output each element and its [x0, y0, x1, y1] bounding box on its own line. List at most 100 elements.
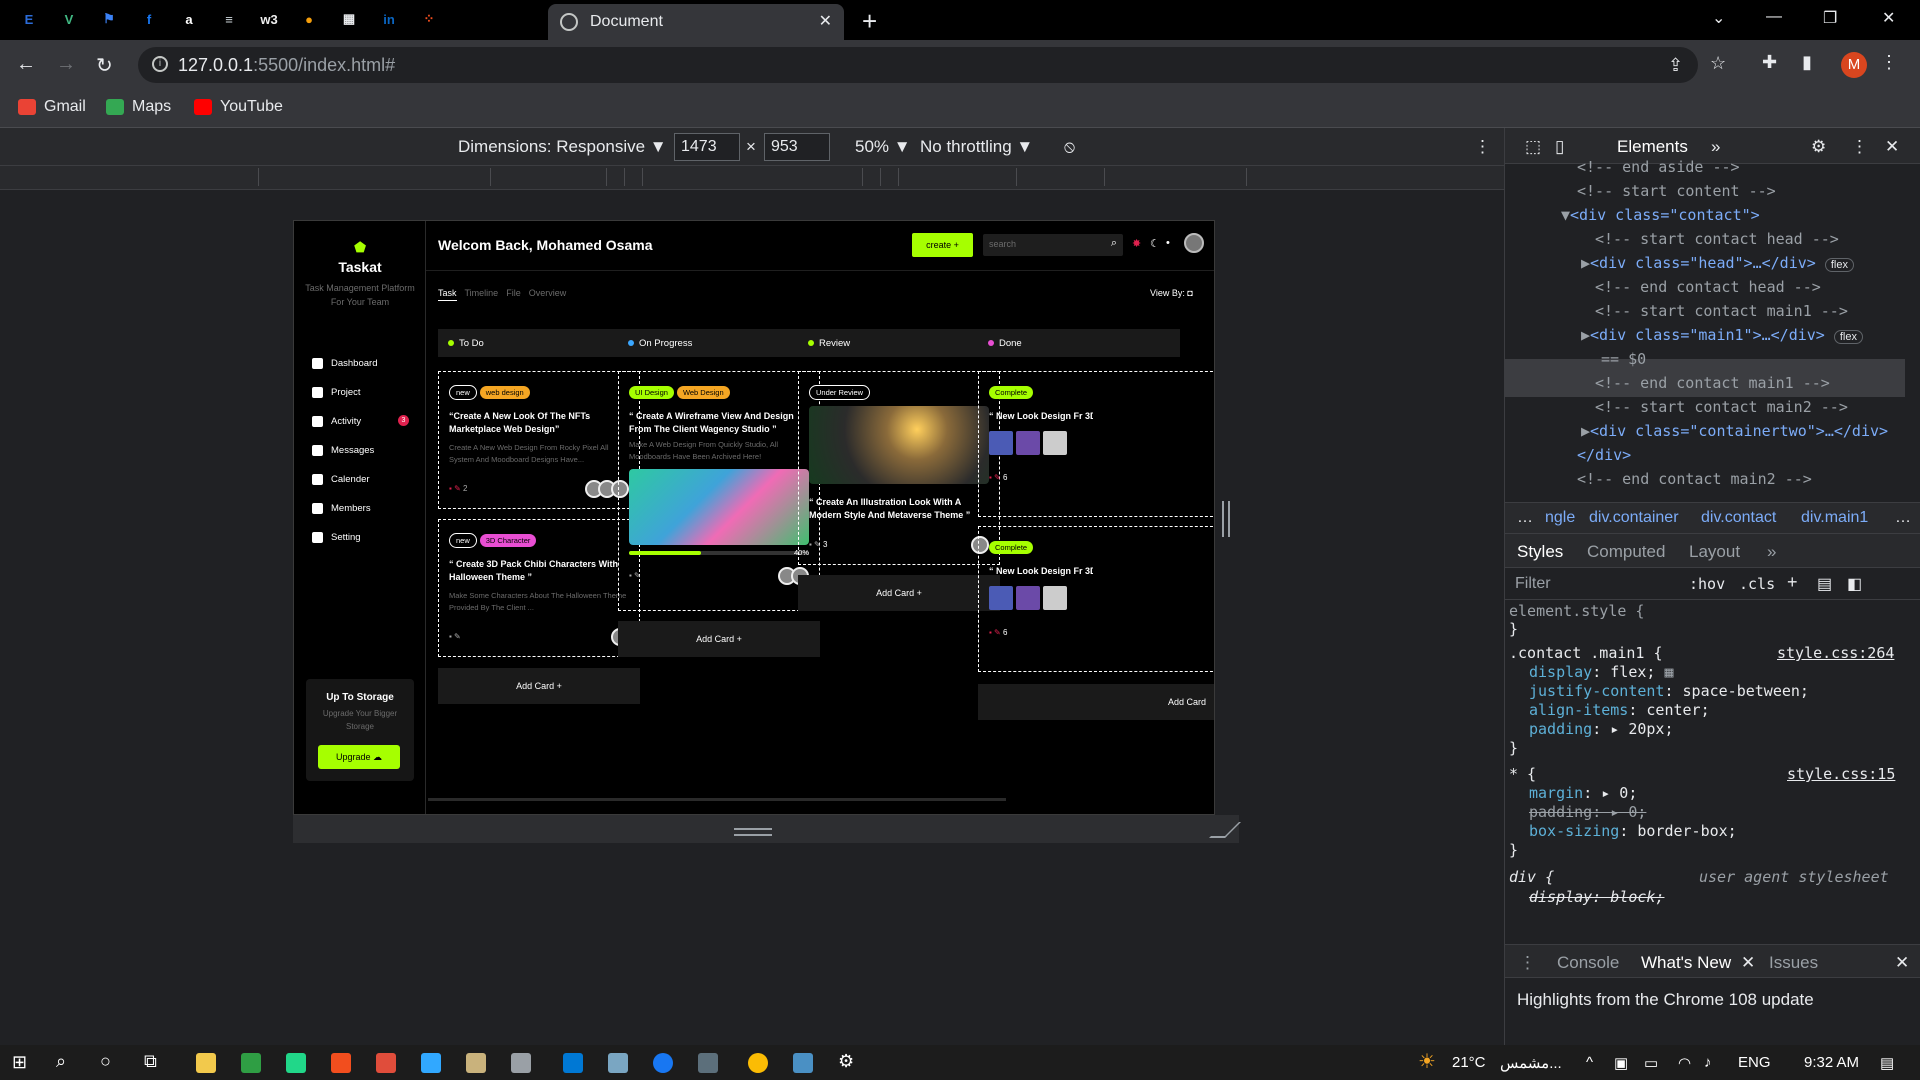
- facebook-icon[interactable]: f: [138, 8, 160, 30]
- app-icon[interactable]: [608, 1053, 628, 1073]
- filter-input[interactable]: Filter: [1515, 575, 1551, 593]
- close-whats-new-icon[interactable]: ✕: [1741, 953, 1755, 973]
- extensions-icon[interactable]: ✚: [1762, 52, 1777, 73]
- resize-side-handle[interactable]: [1222, 501, 1230, 537]
- nav-members[interactable]: Members: [312, 503, 371, 514]
- tab-file[interactable]: File: [506, 288, 521, 301]
- nav-setting[interactable]: Setting: [312, 532, 361, 543]
- style-prop-overridden[interactable]: padding: ▸ 0;: [1529, 803, 1646, 821]
- style-prop[interactable]: display: flex; ▦: [1529, 663, 1674, 681]
- style-prop[interactable]: justify-content: space-between;: [1529, 682, 1809, 700]
- rotate-icon[interactable]: ⦸: [1064, 137, 1075, 157]
- side-panel-icon[interactable]: ▮: [1802, 52, 1812, 73]
- device-toggle-icon[interactable]: ▯: [1555, 137, 1564, 157]
- photos-icon[interactable]: [793, 1053, 813, 1073]
- tab-layout[interactable]: Layout: [1689, 542, 1740, 562]
- bookmark-star-icon[interactable]: ☆: [1710, 53, 1726, 74]
- pycharm-icon[interactable]: [286, 1053, 306, 1073]
- dom-line[interactable]: ▶<div class="containertwo">…</div>: [1581, 422, 1888, 440]
- new-rule-icon[interactable]: +: [1787, 572, 1798, 593]
- devtools-close-icon[interactable]: ✕: [1885, 137, 1899, 157]
- site-info-icon[interactable]: i: [152, 56, 168, 72]
- flag-icon[interactable]: ⚑: [98, 8, 120, 30]
- search-icon[interactable]: ⌕: [1111, 237, 1117, 250]
- minimize-button[interactable]: —: [1766, 8, 1782, 26]
- cortana-icon[interactable]: ○: [100, 1051, 111, 1072]
- task-card[interactable]: new 3D Character “ Create 3D Pack Chibi C…: [438, 519, 640, 657]
- search-icon[interactable]: ⌕: [56, 1051, 66, 1072]
- calculator-icon[interactable]: [698, 1053, 718, 1073]
- horizontal-scrollbar[interactable]: [428, 798, 1006, 801]
- upgrade-button[interactable]: Upgrade ☁: [318, 745, 400, 769]
- xbox-icon[interactable]: [241, 1053, 261, 1073]
- create-button[interactable]: create +: [912, 233, 973, 257]
- crumb[interactable]: div.contact: [1701, 509, 1776, 527]
- moon-icon[interactable]: ☾: [1150, 237, 1160, 250]
- page-icon[interactable]: ≡: [218, 8, 240, 30]
- forward-button[interactable]: →: [56, 53, 76, 76]
- url-text[interactable]: 127.0.0.1:5500/index.html#: [178, 55, 395, 76]
- figma-dots-icon[interactable]: ⁘: [418, 8, 440, 30]
- dom-line[interactable]: <!-- start contact head -->: [1595, 230, 1839, 248]
- weather-text[interactable]: مشمس...: [1500, 1054, 1562, 1072]
- vscode-icon[interactable]: [563, 1053, 583, 1073]
- task-card[interactable]: Complete “ New Look Design Fr 3D Web The…: [978, 526, 1214, 672]
- linkedin-icon[interactable]: in: [378, 8, 400, 30]
- settings-gear-icon[interactable]: ⚙: [1811, 137, 1826, 157]
- height-input[interactable]: [764, 133, 830, 161]
- style-selector[interactable]: * {: [1509, 765, 1536, 783]
- dom-line[interactable]: <!-- end contact main2 -->: [1577, 470, 1812, 488]
- paint-icon[interactable]: ▤: [1817, 574, 1832, 594]
- notepad-icon[interactable]: [466, 1053, 486, 1073]
- battery-icon[interactable]: ▭: [1644, 1054, 1658, 1072]
- clock[interactable]: 9:32 AM: [1804, 1054, 1859, 1071]
- bookmark-youtube[interactable]: YouTube: [194, 98, 283, 116]
- orange-circle-icon[interactable]: ●: [298, 8, 320, 30]
- tab-overview[interactable]: Overview: [529, 288, 567, 301]
- e-icon[interactable]: E: [18, 8, 40, 30]
- crumb[interactable]: div.container: [1589, 509, 1679, 527]
- user-avatar[interactable]: [1184, 233, 1204, 253]
- task-card[interactable]: Under Review “ Create An Illustration Lo…: [798, 371, 1000, 565]
- add-card-button[interactable]: Add Card +: [618, 621, 820, 657]
- photoshop-icon[interactable]: [421, 1053, 441, 1073]
- nav-messages[interactable]: Messages: [312, 445, 374, 456]
- tab-issues[interactable]: Issues: [1769, 953, 1818, 973]
- style-selector[interactable]: .contact .main1 {: [1509, 644, 1663, 662]
- drawer-menu-icon[interactable]: ⋮: [1519, 953, 1536, 973]
- style-prop[interactable]: box-sizing: border-box;: [1529, 822, 1737, 840]
- facebook-icon[interactable]: [653, 1053, 673, 1073]
- crumb[interactable]: div.main1: [1801, 509, 1868, 527]
- chrome-icon[interactable]: [748, 1053, 768, 1073]
- new-tab-button[interactable]: +: [862, 6, 877, 37]
- nav-project[interactable]: Project: [312, 387, 361, 398]
- dom-line[interactable]: ▶<div class="head">…</div> flex: [1581, 254, 1854, 272]
- crumb[interactable]: ngle: [1545, 509, 1575, 527]
- sidebar-toggle-icon[interactable]: ◧: [1847, 574, 1862, 594]
- tab-console[interactable]: Console: [1557, 953, 1619, 973]
- window-close-button[interactable]: ✕: [1882, 8, 1895, 28]
- tab-styles[interactable]: Styles: [1517, 542, 1563, 562]
- style-prop-overridden[interactable]: display: block;: [1529, 888, 1664, 906]
- style-selector[interactable]: div {: [1509, 868, 1554, 886]
- throttling-select[interactable]: No throttling ▼: [920, 137, 1033, 157]
- zoom-select[interactable]: 50% ▼: [855, 137, 911, 157]
- hov-toggle[interactable]: :hov: [1689, 575, 1725, 593]
- style-prop[interactable]: align-items: center;: [1529, 701, 1710, 719]
- address-bar[interactable]: i 127.0.0.1:5500/index.html# ⇪ ☆: [138, 47, 1726, 83]
- tray-app-icon[interactable]: ▣: [1614, 1054, 1628, 1072]
- close-tab-icon[interactable]: ✕: [819, 11, 832, 31]
- dom-line[interactable]: <!-- start content -->: [1577, 182, 1776, 200]
- windows-start-icon[interactable]: ⊞: [12, 1052, 27, 1073]
- amazon-icon[interactable]: a: [178, 8, 200, 30]
- crumb[interactable]: …: [1517, 509, 1533, 527]
- task-card[interactable]: UI Design Web Design “ Create A Wireframe…: [618, 371, 820, 611]
- input-language[interactable]: ENG: [1738, 1054, 1771, 1071]
- tab-elements[interactable]: Elements: [1617, 137, 1688, 157]
- tab-task[interactable]: Task: [438, 288, 457, 301]
- drawer-close-icon[interactable]: ✕: [1895, 953, 1909, 973]
- tab-computed[interactable]: Computed: [1587, 542, 1665, 562]
- bookmark-maps[interactable]: Maps: [106, 98, 171, 116]
- weather-temp[interactable]: 21°C: [1452, 1054, 1486, 1071]
- dimensions-select[interactable]: Dimensions: Responsive ▼: [458, 137, 667, 157]
